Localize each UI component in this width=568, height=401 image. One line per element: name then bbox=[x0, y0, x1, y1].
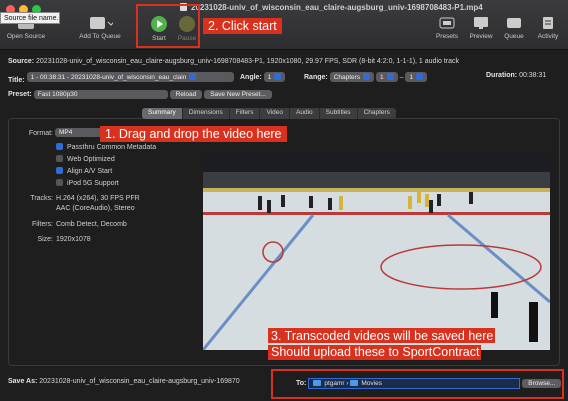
checkbox-unchecked-icon bbox=[56, 155, 63, 162]
save-as-row: Save As: 20231028-univ_of_wisconsin_eau_… bbox=[8, 378, 240, 385]
filters-value: Comb Detect, Decomb bbox=[56, 221, 127, 228]
title-label: Title: bbox=[8, 77, 25, 84]
save-new-preset-button[interactable]: Save New Preset... bbox=[204, 90, 272, 99]
activity-icon bbox=[543, 17, 553, 29]
tab-bar: Summary Dimensions Filters Video Audio S… bbox=[142, 108, 396, 119]
range-type-value: Chapters bbox=[333, 74, 361, 81]
size-label: Size: bbox=[37, 236, 53, 243]
activity-button[interactable]: Activity bbox=[531, 16, 565, 40]
tab-filters[interactable]: Filters bbox=[230, 108, 261, 119]
format-select-value: MP4 bbox=[59, 129, 73, 136]
range-label: Range: bbox=[304, 74, 328, 81]
format-select[interactable]: MP4 bbox=[55, 128, 103, 137]
tab-audio[interactable]: Audio bbox=[290, 108, 320, 119]
tab-dimensions[interactable]: Dimensions bbox=[183, 108, 230, 119]
angle-select-value: 1 bbox=[267, 74, 272, 81]
chevron-updown-icon bbox=[274, 73, 282, 80]
presets-button[interactable]: Presets bbox=[430, 16, 464, 40]
range-group: Range: Chapters 1 – 1 bbox=[304, 72, 428, 82]
chevron-updown-icon bbox=[363, 73, 371, 80]
tracks-video-value: H.264 (x264), 30 FPS PFR bbox=[56, 195, 140, 202]
checkbox-checked-icon bbox=[56, 143, 63, 150]
align-av-label: Align A/V Start bbox=[67, 168, 113, 175]
passthru-label: Passthru Common Metadata bbox=[67, 144, 157, 151]
title-row: Title: 1 - 00:38:31 - 20231028-univ_of_w… bbox=[8, 72, 234, 84]
hockey-rink-image bbox=[203, 152, 550, 350]
title-select-value: 1 - 00:38:31 - 20231028-univ_of_wisconsi… bbox=[30, 74, 187, 81]
web-optimized-checkbox[interactable]: Web Optimized bbox=[56, 155, 115, 163]
output-highlight-box bbox=[271, 369, 564, 399]
duration-value: 00:38:31 bbox=[519, 72, 547, 79]
presets-icon bbox=[439, 17, 455, 29]
angle-label: Angle: bbox=[240, 74, 262, 81]
tooltip: Source file name. bbox=[0, 12, 60, 24]
range-to-select[interactable]: 1 bbox=[405, 72, 428, 82]
angle-group: Angle: 1 bbox=[240, 72, 286, 82]
chevron-updown-icon bbox=[416, 73, 424, 80]
tab-summary[interactable]: Summary bbox=[142, 108, 183, 119]
duration-group: Duration: 00:38:31 bbox=[486, 72, 546, 79]
window-title: 20231028-univ_of_wisconsin_eau_claire-au… bbox=[180, 3, 483, 12]
output-callout-line1: 3. Transcoded videos will be saved here bbox=[268, 328, 496, 343]
duration-label: Duration: bbox=[486, 72, 518, 79]
video-preview[interactable] bbox=[203, 152, 550, 350]
drag-drop-callout: 1. Drag and drop the video here bbox=[100, 126, 287, 142]
source-value: 20231028-univ_of_wisconsin_eau_claire-au… bbox=[36, 58, 460, 65]
format-label: Format: bbox=[28, 130, 53, 137]
checkbox-unchecked-icon bbox=[56, 179, 63, 186]
range-dash: – bbox=[399, 74, 404, 81]
preview-label: Preview bbox=[469, 33, 493, 40]
add-to-queue-button[interactable]: Add To Queue bbox=[72, 16, 128, 40]
save-as-field[interactable]: 20231028-univ_of_wisconsin_eau_claire-au… bbox=[39, 378, 239, 385]
preset-row: Preset: Fast 1080p30 Reload Save New Pre… bbox=[8, 90, 272, 99]
tracks-label: Tracks: bbox=[30, 195, 53, 202]
add-queue-icon bbox=[90, 17, 113, 29]
source-label: Source: bbox=[8, 58, 35, 65]
preview-icon bbox=[474, 17, 488, 29]
chevron-updown-icon bbox=[189, 73, 197, 80]
queue-label: Queue bbox=[504, 33, 524, 40]
start-highlight-box bbox=[136, 4, 200, 48]
range-to-value: 1 bbox=[409, 74, 414, 81]
passthru-checkbox[interactable]: Passthru Common Metadata bbox=[56, 143, 156, 151]
preset-select[interactable]: Fast 1080p30 bbox=[33, 90, 168, 99]
range-from-value: 1 bbox=[380, 74, 384, 81]
save-as-label: Save As: bbox=[8, 378, 38, 385]
range-from-select[interactable]: 1 bbox=[376, 72, 398, 82]
tab-subtitles[interactable]: Subtitles bbox=[320, 108, 358, 119]
range-type-select[interactable]: Chapters bbox=[329, 72, 375, 82]
click-start-callout: 2. Click start bbox=[203, 18, 282, 34]
angle-select[interactable]: 1 bbox=[263, 72, 286, 82]
preview-button[interactable]: Preview bbox=[465, 16, 497, 40]
window-toolbar: 20231028-univ_of_wisconsin_eau_claire-au… bbox=[0, 0, 568, 50]
web-optimized-label: Web Optimized bbox=[67, 156, 115, 163]
filters-label: Filters: bbox=[32, 221, 53, 228]
queue-button[interactable]: Queue bbox=[499, 16, 529, 40]
tab-chapters[interactable]: Chapters bbox=[358, 108, 396, 119]
title-select[interactable]: 1 - 00:38:31 - 20231028-univ_of_wisconsi… bbox=[26, 72, 234, 82]
source-info: Source: 20231028-univ_of_wisconsin_eau_c… bbox=[8, 58, 459, 65]
output-callout-line2: Should upload these to SportContract bbox=[268, 345, 482, 360]
size-value: 1920x1078 bbox=[56, 236, 91, 243]
reload-button[interactable]: Reload bbox=[169, 90, 203, 99]
open-source-label: Open Source bbox=[6, 33, 46, 40]
chevron-updown-icon bbox=[386, 73, 394, 80]
queue-icon bbox=[507, 18, 521, 28]
ipod-support-checkbox[interactable]: iPod 5G Support bbox=[56, 179, 119, 187]
checkbox-checked-icon bbox=[56, 167, 63, 174]
activity-label: Activity bbox=[537, 33, 559, 40]
preset-select-value: Fast 1080p30 bbox=[37, 91, 78, 98]
align-av-checkbox[interactable]: Align A/V Start bbox=[56, 167, 112, 175]
ipod-support-label: iPod 5G Support bbox=[67, 180, 119, 187]
add-to-queue-label: Add To Queue bbox=[79, 33, 121, 40]
presets-label: Presets bbox=[435, 33, 459, 40]
tab-video[interactable]: Video bbox=[260, 108, 290, 119]
preset-label: Preset: bbox=[8, 91, 32, 98]
tracks-audio-value: AAC (CoreAudio), Stereo bbox=[56, 205, 135, 212]
